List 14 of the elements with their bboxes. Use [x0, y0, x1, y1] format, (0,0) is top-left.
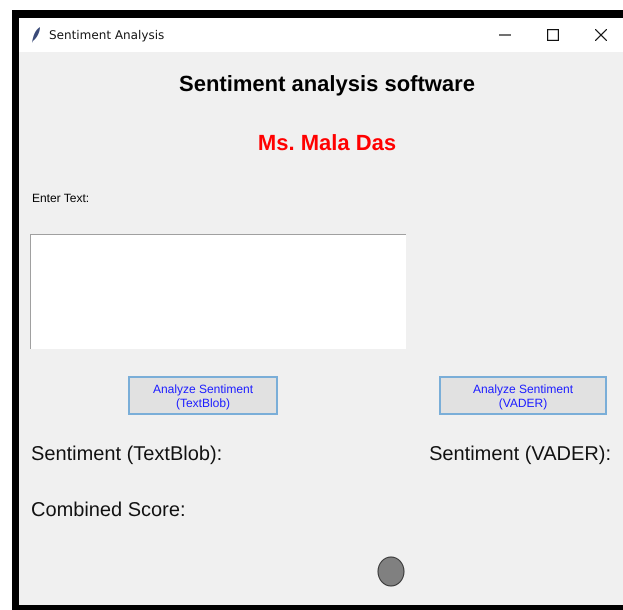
window-title: Sentiment Analysis — [49, 28, 164, 42]
author-name: Ms. Mala Das — [258, 130, 396, 156]
sentiment-label: Sentiment (VADER): — [429, 443, 611, 466]
text-input[interactable] — [30, 234, 406, 349]
maximize-icon[interactable] — [547, 29, 559, 41]
combined-score-label: Combined Score: — [31, 499, 186, 522]
indicator-circle — [377, 556, 405, 587]
analyze-button[interactable]: Analyze Sentiment (VADER) — [439, 376, 607, 415]
input-label: Enter Text: — [32, 191, 90, 205]
app-heading: Sentiment analysis software — [179, 71, 475, 97]
sentiment-label: Sentiment (TextBlob): — [31, 443, 222, 466]
analyze-button[interactable]: Analyze Sentiment (TextBlob) — [128, 376, 278, 415]
close-icon[interactable] — [595, 29, 607, 41]
feather-icon — [31, 26, 41, 44]
